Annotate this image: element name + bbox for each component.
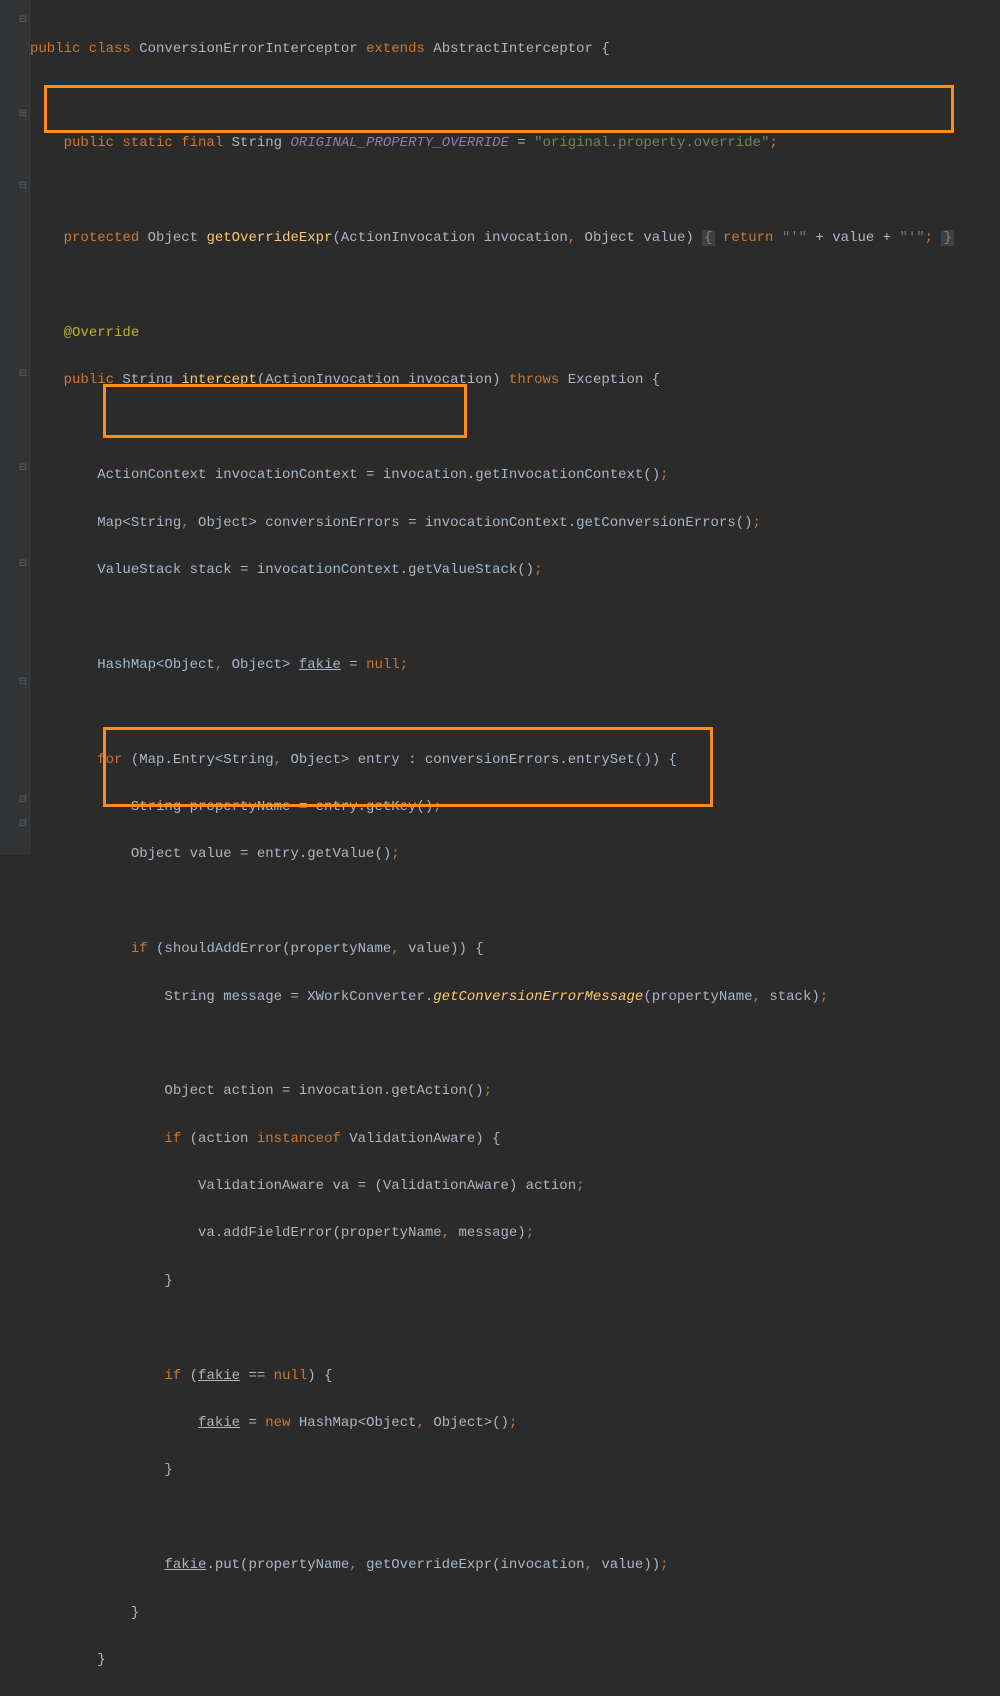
code-line: ActionContext invocationContext = invoca… — [30, 464, 1000, 488]
code-line: if (action instanceof ValidationAware) { — [30, 1128, 1000, 1152]
fold-icon[interactable]: ⊟ — [18, 560, 28, 570]
fold-icon[interactable]: ⊟ — [18, 820, 28, 830]
code-line — [30, 85, 1000, 109]
code-line: if (fakie == null) { — [30, 1365, 1000, 1389]
code-line — [30, 606, 1000, 630]
code-line: @Override — [30, 322, 1000, 346]
fold-icon[interactable]: ⊟ — [18, 370, 28, 380]
code-line: fakie = new HashMap<Object, Object>(); — [30, 1412, 1000, 1436]
code-line: String propertyName = entry.getKey(); — [30, 796, 1000, 820]
code-editor[interactable]: public class ConversionErrorInterceptor … — [30, 14, 1000, 1696]
code-line: public String intercept(ActionInvocation… — [30, 369, 1000, 393]
code-line: String message = XWorkConverter.getConve… — [30, 986, 1000, 1010]
code-line — [30, 1033, 1000, 1057]
code-line: va.addFieldError(propertyName, message); — [30, 1222, 1000, 1246]
code-line: if (shouldAddError(propertyName, value))… — [30, 938, 1000, 962]
code-line — [30, 417, 1000, 441]
fold-icon[interactable]: ⊟ — [18, 678, 28, 688]
fold-icon[interactable]: ⊟ — [18, 796, 28, 806]
code-line — [30, 180, 1000, 204]
code-line — [30, 1507, 1000, 1531]
fold-icon[interactable]: ⊟ — [18, 182, 28, 192]
code-line: for (Map.Entry<String, Object> entry : c… — [30, 749, 1000, 773]
code-line — [30, 891, 1000, 915]
code-line: public class ConversionErrorInterceptor … — [30, 38, 1000, 62]
code-line: } — [30, 1649, 1000, 1673]
code-line: } — [30, 1270, 1000, 1294]
fold-icon[interactable]: ⊟ — [18, 464, 28, 474]
code-line: fakie.put(propertyName, getOverrideExpr(… — [30, 1554, 1000, 1578]
code-line: HashMap<Object, Object> fakie = null; — [30, 654, 1000, 678]
code-line: ValueStack stack = invocationContext.get… — [30, 559, 1000, 583]
code-line: protected Object getOverrideExpr(ActionI… — [30, 227, 1000, 251]
code-line: } — [30, 1602, 1000, 1626]
code-line: ValidationAware va = (ValidationAware) a… — [30, 1175, 1000, 1199]
code-line: Map<String, Object> conversionErrors = i… — [30, 512, 1000, 536]
code-line: } — [30, 1459, 1000, 1483]
code-line: Object action = invocation.getAction(); — [30, 1080, 1000, 1104]
code-line: Object value = entry.getValue(); — [30, 843, 1000, 867]
code-line: public static final String ORIGINAL_PROP… — [30, 132, 1000, 156]
fold-icon[interactable]: ⊞ — [18, 110, 28, 120]
code-line — [30, 701, 1000, 725]
fold-icon[interactable]: ⊟ — [18, 16, 28, 26]
code-line — [30, 275, 1000, 299]
code-line — [30, 1317, 1000, 1341]
editor-gutter: ⊟ ⊞ ⊟ ⊟ ⊟ ⊟ ⊟ ⊟ ⊟ — [0, 0, 30, 855]
